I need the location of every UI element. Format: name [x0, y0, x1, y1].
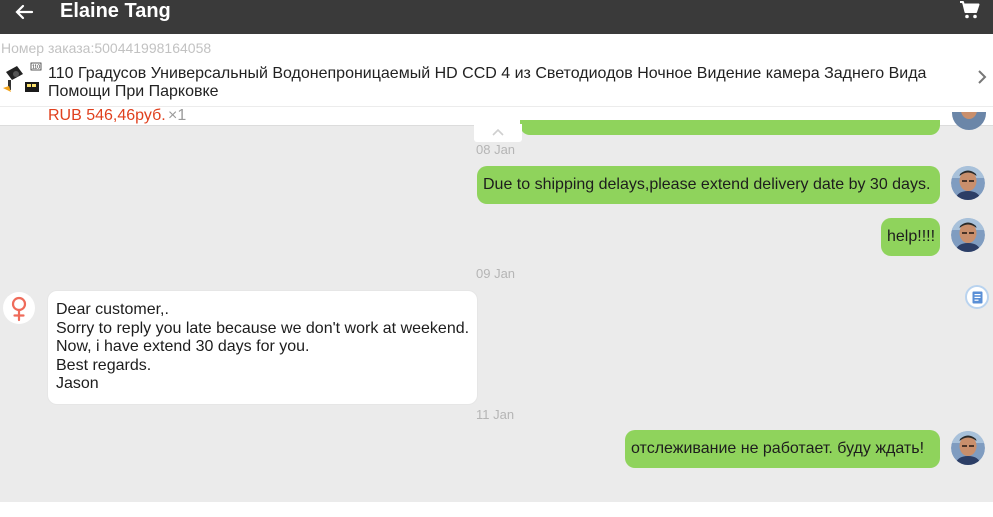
avatar [951, 431, 985, 465]
collapse-order-button[interactable] [474, 124, 522, 142]
date-separator: 09 Jan [476, 266, 516, 281]
order-number: Номер заказа:500441998164058 [1, 40, 212, 56]
avatar [951, 166, 985, 200]
outgoing-message[interactable]: Due to shipping delays,please extend del… [477, 166, 940, 204]
chevron-right-icon[interactable] [976, 68, 988, 86]
product-title[interactable]: 110 Градусов Универсальный Водонепроница… [48, 65, 960, 101]
message-line: Jason [56, 375, 99, 392]
avatar [952, 112, 986, 130]
date-separator: 11 Jan [476, 407, 515, 422]
order-card[interactable]: Номер заказа:500441998164058 110 110 Гра… [0, 34, 993, 126]
outgoing-message[interactable]: отслеживание не работает. буду ждать! [625, 430, 940, 468]
date-separator: 08 Jan [476, 142, 516, 157]
arrow-left-icon[interactable] [14, 3, 38, 23]
svg-text:110: 110 [32, 65, 40, 71]
product-quantity: ×1 [168, 107, 187, 124]
message-line: Dear customer,. [56, 301, 169, 318]
female-icon [3, 292, 35, 324]
chat-title: Elaine Tang [60, 0, 171, 22]
bottom-bar [0, 502, 993, 517]
avatar [951, 218, 985, 252]
notes-icon[interactable] [965, 285, 989, 309]
message-line: Best regards. [56, 356, 152, 374]
previous-message-bubble [520, 120, 940, 135]
app-bar: Elaine Tang [0, 0, 993, 34]
message-line: Sorry to reply you late because we don't… [56, 319, 470, 337]
product-price: RUB 546,46руб. [48, 107, 166, 124]
incoming-message[interactable]: Dear customer,. Sorry to reply you late … [47, 290, 478, 405]
product-thumbnail: 110 [3, 60, 43, 94]
message-line: Now, i have extend 30 days for you. [56, 338, 310, 355]
outgoing-message[interactable]: help!!!! [881, 218, 940, 256]
shopping-cart-icon[interactable] [959, 0, 981, 20]
